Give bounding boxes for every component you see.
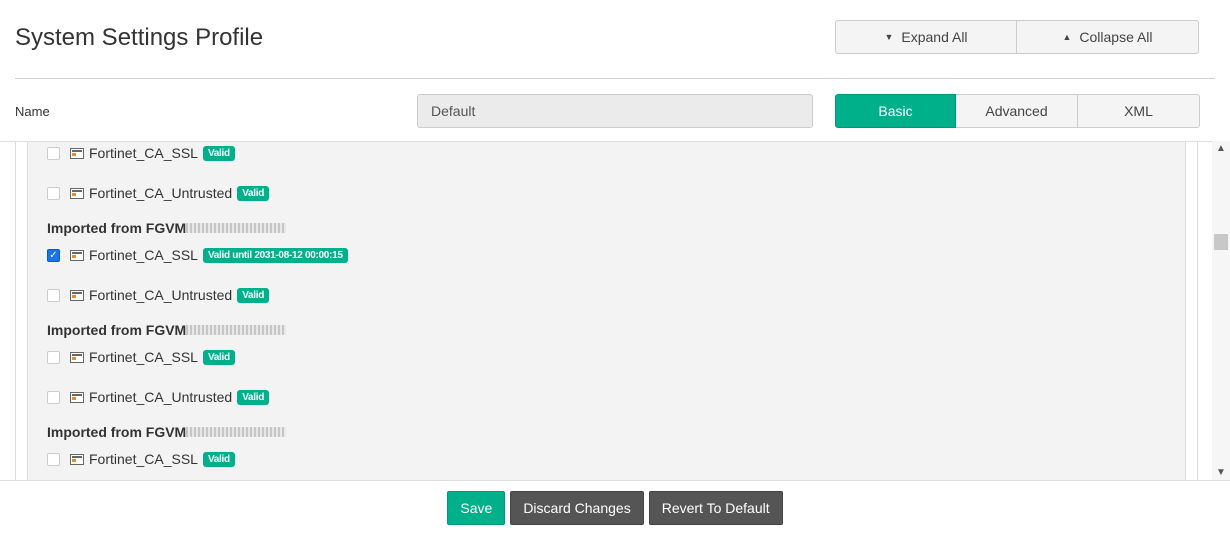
certificate-icon [70, 453, 84, 465]
list-item: Fortinet_CA_SSL Valid [47, 143, 348, 163]
page-title: System Settings Profile [15, 24, 264, 51]
cert-name: Fortinet_CA_Untrusted [89, 389, 233, 405]
certificate-icon [70, 351, 84, 363]
checkbox[interactable] [47, 288, 60, 302]
certificate-list-container: Fortinet_CA_SSL Valid Fortinet_CA_Untrust… [27, 142, 1186, 480]
status-badge: Valid [237, 287, 270, 303]
group-header-label: Imported from FGVM [47, 220, 187, 236]
tab-basic[interactable]: Basic [835, 94, 956, 128]
expand-all-label: Expand All [901, 29, 968, 45]
certificate-icon [70, 391, 84, 403]
divider [15, 78, 1215, 79]
tab-advanced[interactable]: Advanced [956, 94, 1078, 128]
redacted-serial [186, 223, 287, 233]
certificate-icon [70, 249, 84, 261]
status-badge: Valid [237, 185, 270, 201]
cert-name: Fortinet_CA_SSL [89, 145, 198, 161]
caret-up-icon: ▲ [1062, 32, 1072, 42]
status-badge: Valid [237, 389, 270, 405]
checkbox[interactable] [47, 146, 60, 160]
certificate-list: Fortinet_CA_SSL Valid Fortinet_CA_Untrust… [47, 143, 348, 469]
scrollbar[interactable]: ▲ ▼ [1212, 141, 1230, 480]
certificate-icon [70, 187, 84, 199]
list-item: Fortinet_CA_Untrusted Valid [47, 387, 348, 407]
list-item: Fortinet_CA_SSL Valid [47, 347, 348, 367]
checkbox[interactable] [47, 390, 60, 404]
status-badge: Valid [202, 451, 235, 467]
status-badge: Valid [202, 145, 235, 161]
collapse-all-button[interactable]: ▲ Collapse All [1017, 20, 1199, 54]
cert-name: Fortinet_CA_SSL [89, 349, 198, 365]
certificate-icon [70, 147, 84, 159]
name-input[interactable] [417, 94, 813, 128]
checkbox-checked[interactable]: ✓ [47, 248, 60, 262]
name-label: Name [15, 104, 50, 119]
group-header-label: Imported from FGVM [47, 322, 187, 338]
collapse-all-label: Collapse All [1079, 29, 1153, 45]
tab-xml[interactable]: XML [1078, 94, 1200, 128]
discard-changes-button[interactable]: Discard Changes [510, 491, 644, 525]
footer-actions: Save Discard Changes Revert To Default [0, 480, 1230, 539]
group-header: Imported from FGVM [47, 218, 348, 238]
list-item: Fortinet_CA_Untrusted Valid [47, 285, 348, 305]
list-item: Fortinet_CA_SSL Valid [47, 449, 348, 469]
expand-all-button[interactable]: ▼ Expand All [835, 20, 1017, 54]
group-header-label: Imported from FGVM [47, 424, 187, 440]
list-item: ✓ Fortinet_CA_SSL Valid until 2031-08-12 0… [47, 245, 348, 265]
checkbox[interactable] [47, 186, 60, 200]
save-button[interactable]: Save [447, 491, 506, 525]
cert-name: Fortinet_CA_Untrusted [89, 185, 233, 201]
view-tabs: Basic Advanced XML [835, 94, 1200, 128]
status-badge: Valid [202, 349, 235, 365]
certificate-icon [70, 289, 84, 301]
checkbox[interactable] [47, 452, 60, 466]
cert-name: Fortinet_CA_SSL [89, 247, 198, 263]
certificate-panel: Fortinet_CA_SSL Valid Fortinet_CA_Untrust… [0, 141, 1212, 480]
scroll-up-icon[interactable]: ▲ [1212, 143, 1230, 154]
caret-down-icon: ▼ [884, 32, 894, 42]
scrollbar-thumb[interactable] [1214, 234, 1228, 250]
scroll-down-icon[interactable]: ▼ [1212, 467, 1230, 478]
group-header: Imported from FGVM [47, 422, 348, 442]
status-badge: Valid until 2031-08-12 00:00:15 [202, 247, 348, 263]
cert-name: Fortinet_CA_SSL [89, 451, 198, 467]
redacted-serial [186, 325, 287, 335]
checkbox[interactable] [47, 350, 60, 364]
expand-collapse-group: ▼ Expand All ▲ Collapse All [835, 20, 1199, 54]
group-header: Imported from FGVM [47, 320, 348, 340]
revert-to-default-button[interactable]: Revert To Default [648, 491, 783, 525]
list-item: Fortinet_CA_Untrusted Valid [47, 183, 348, 203]
redacted-serial [186, 427, 287, 437]
cert-name: Fortinet_CA_Untrusted [89, 287, 233, 303]
